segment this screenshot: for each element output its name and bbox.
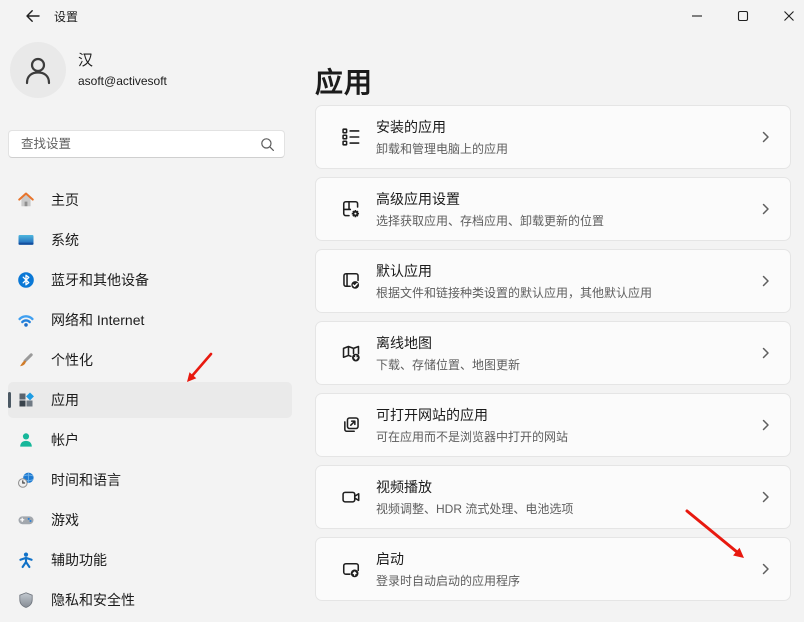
time-language-icon [17, 471, 35, 489]
gamepad-icon [17, 511, 35, 529]
sidebar-item-bluetooth-devices[interactable]: 蓝牙和其他设备 [8, 262, 292, 298]
caption-controls [674, 0, 804, 32]
card-title: 高级应用设置 [376, 189, 604, 209]
sidebar-item-personalization[interactable]: 个性化 [8, 342, 292, 378]
bluetooth-icon [17, 271, 35, 289]
search-box[interactable] [8, 130, 285, 158]
card-title: 离线地图 [376, 333, 520, 353]
sidebar-item-label: 系统 [51, 230, 79, 250]
search-icon[interactable] [260, 137, 275, 152]
window-gear-icon [340, 198, 362, 220]
sidebar-item-time-language[interactable]: 时间和语言 [8, 462, 292, 498]
person-icon [21, 53, 55, 87]
apps-icon [17, 391, 35, 409]
window-startup-arrow-icon [340, 558, 362, 580]
card-startup[interactable]: 启动 登录时自动启动的应用程序 [315, 537, 791, 601]
close-icon [783, 10, 795, 22]
sidebar-item-gaming[interactable]: 游戏 [8, 502, 292, 538]
chevron-right-icon [762, 347, 770, 359]
sidebar-item-label: 蓝牙和其他设备 [51, 270, 149, 290]
card-subtitle: 下载、存储位置、地图更新 [376, 356, 520, 373]
close-button[interactable] [766, 0, 804, 32]
titlebar: 设置 [0, 0, 804, 32]
window-external-arrow-icon [340, 414, 362, 436]
maximize-icon [737, 10, 749, 22]
sidebar-item-home[interactable]: 主页 [8, 182, 292, 218]
card-installed-apps[interactable]: 安装的应用 卸载和管理电脑上的应用 [315, 105, 791, 169]
card-subtitle: 选择获取应用、存档应用、卸载更新的位置 [376, 212, 604, 229]
sidebar-item-label: 主页 [51, 190, 79, 210]
card-subtitle: 登录时自动启动的应用程序 [376, 572, 520, 589]
personalization-brush-icon [17, 351, 35, 369]
card-subtitle: 卸载和管理电脑上的应用 [376, 140, 508, 157]
card-title: 安装的应用 [376, 117, 508, 137]
chevron-right-icon [762, 563, 770, 575]
chevron-right-icon [762, 491, 770, 503]
card-subtitle: 视频调整、HDR 流式处理、电池选项 [376, 500, 573, 517]
user-email: asoft@activesoft [78, 74, 167, 88]
minimize-icon [691, 10, 703, 22]
window-check-icon [340, 270, 362, 292]
sidebar-item-label: 应用 [51, 390, 79, 410]
sidebar-item-label: 个性化 [51, 350, 93, 370]
sidebar-item-label: 隐私和安全性 [51, 590, 135, 610]
card-advanced-app-settings[interactable]: 高级应用设置 选择获取应用、存档应用、卸载更新的位置 [315, 177, 791, 241]
user-name: 汉 [78, 52, 167, 70]
minimize-button[interactable] [674, 0, 720, 32]
system-icon [17, 231, 35, 249]
home-icon [17, 191, 35, 209]
sidebar-item-label: 网络和 Internet [51, 310, 144, 330]
card-video-playback[interactable]: 视频播放 视频调整、HDR 流式处理、电池选项 [315, 465, 791, 529]
card-apps-for-websites[interactable]: 可打开网站的应用 可在应用而不是浏览器中打开的网站 [315, 393, 791, 457]
installed-apps-icon [340, 126, 362, 148]
card-title: 默认应用 [376, 261, 652, 281]
user-account-block[interactable]: 汉 asoft@activesoft [10, 42, 167, 98]
user-text: 汉 asoft@activesoft [78, 52, 167, 88]
chevron-right-icon [762, 419, 770, 431]
chevron-right-icon [762, 131, 770, 143]
window-title: 设置 [54, 8, 78, 25]
accessibility-person-icon [17, 551, 35, 569]
video-camera-icon [340, 486, 362, 508]
page-title: 应用 [315, 61, 373, 101]
card-title: 启动 [376, 549, 520, 569]
card-subtitle: 根据文件和链接种类设置的默认应用，其他默认应用 [376, 284, 652, 301]
back-button[interactable] [18, 4, 48, 28]
back-arrow-icon [25, 8, 41, 24]
privacy-shield-icon [17, 591, 35, 609]
sidebar-item-accounts[interactable]: 帐户 [8, 422, 292, 458]
card-default-apps[interactable]: 默认应用 根据文件和链接种类设置的默认应用，其他默认应用 [315, 249, 791, 313]
search-input[interactable] [21, 137, 260, 151]
sidebar-item-accessibility[interactable]: 辅助功能 [8, 542, 292, 578]
card-subtitle: 可在应用而不是浏览器中打开的网站 [376, 428, 568, 445]
sidebar-item-label: 时间和语言 [51, 470, 121, 490]
sidebar-item-label: 辅助功能 [51, 550, 107, 570]
wifi-icon [17, 311, 35, 329]
card-title: 视频播放 [376, 477, 573, 497]
sidebar-item-apps[interactable]: 应用 [8, 382, 292, 418]
avatar [10, 42, 66, 98]
card-title: 可打开网站的应用 [376, 405, 568, 425]
chevron-right-icon [762, 203, 770, 215]
maximize-button[interactable] [720, 0, 766, 32]
card-offline-maps[interactable]: 离线地图 下载、存储位置、地图更新 [315, 321, 791, 385]
settings-cards: 安装的应用 卸载和管理电脑上的应用 高级应用设置 选择获取应用、存档应用、卸载更… [315, 105, 791, 609]
account-person-icon [17, 431, 35, 449]
sidebar-nav: 主页 系统 蓝牙和其他设备 [0, 182, 300, 622]
map-download-icon [340, 342, 362, 364]
sidebar-item-system[interactable]: 系统 [8, 222, 292, 258]
sidebar-item-label: 游戏 [51, 510, 79, 530]
chevron-right-icon [762, 275, 770, 287]
sidebar-item-label: 帐户 [51, 430, 79, 450]
sidebar-item-network-internet[interactable]: 网络和 Internet [8, 302, 292, 338]
